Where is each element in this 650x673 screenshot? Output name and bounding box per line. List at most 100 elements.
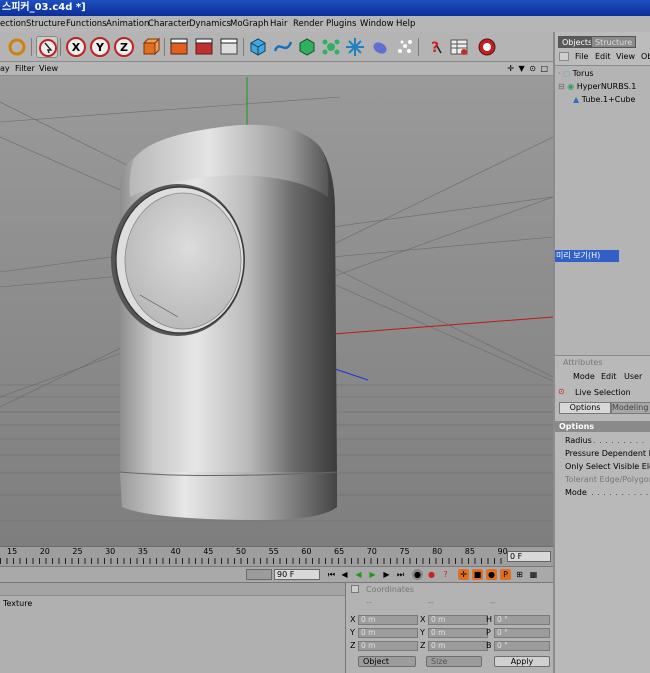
x-axis-icon[interactable]: X — [65, 36, 87, 58]
menu-help[interactable]: Help — [396, 19, 415, 29]
menu-character[interactable]: Character — [148, 19, 190, 29]
menu-render[interactable]: Render — [293, 19, 323, 29]
objects-menu-objects[interactable]: Ob — [641, 52, 650, 61]
coord-col-header: -- — [428, 598, 434, 607]
menu-functions[interactable]: Functions — [66, 19, 107, 29]
coord-row-label: Y — [350, 628, 355, 637]
tab-options[interactable]: Options — [559, 402, 611, 414]
max-frame-field[interactable]: 90 F — [274, 569, 320, 580]
3d-viewport[interactable] — [0, 77, 553, 546]
render-view-icon[interactable] — [193, 36, 215, 58]
objects-menu-view[interactable]: View — [616, 52, 635, 61]
attributes-title: Attributes — [563, 358, 603, 367]
objects-menu-edit[interactable]: Edit — [595, 52, 611, 61]
object-row-hypernurbs[interactable]: ⊟ ◉ HyperNURBS.1 — [558, 82, 636, 91]
live-selection-icon[interactable] — [36, 36, 58, 58]
scale-key-icon[interactable]: ■ — [472, 569, 483, 580]
menu-structure[interactable]: Structure — [26, 19, 66, 29]
tab-structure[interactable]: Structure — [591, 36, 637, 48]
move-key-icon[interactable]: ✛ — [458, 569, 469, 580]
objects-menu-file[interactable]: File — [575, 52, 588, 61]
rotation-p-field[interactable]: 0 ° — [494, 628, 550, 638]
menu-plugins[interactable]: Plugins — [326, 19, 356, 29]
object-list[interactable]: · ◌ Torus ⊟ ◉ HyperNURBS.1 ▲ Tube.1+Cube… — [555, 65, 650, 355]
render-settings-icon[interactable] — [218, 36, 240, 58]
tab-modeling-axis[interactable]: Modeling Ax — [611, 402, 650, 414]
attributes-menu-mode[interactable]: Mode — [573, 372, 595, 381]
timeline-tick-label: 15 — [7, 547, 18, 556]
min-frame-field[interactable] — [246, 569, 272, 580]
options-section-header: Options — [555, 421, 650, 432]
size-x-field[interactable]: 0 m — [428, 615, 488, 625]
render-region-icon[interactable] — [168, 36, 190, 58]
menu-hair[interactable]: Hair — [270, 19, 287, 29]
size-y-field[interactable]: 0 m — [428, 628, 488, 638]
timeline-tick-label: 50 — [235, 547, 247, 556]
help-icon[interactable]: ? — [423, 36, 445, 58]
position-z-field[interactable]: 0 m — [358, 641, 418, 651]
play-icon[interactable]: ▶ — [367, 569, 378, 580]
record-icon[interactable]: ● — [412, 569, 423, 580]
tags-icon[interactable] — [448, 36, 470, 58]
main-menu-bar: ection Structure Functions Animation Cha… — [0, 16, 650, 32]
menu-selection[interactable]: ection — [0, 19, 26, 29]
menu-animation[interactable]: Animation — [106, 19, 149, 29]
go-end-icon[interactable]: ⏭ — [395, 569, 406, 580]
timeline-options-icon[interactable]: ▦ — [528, 569, 539, 580]
right-sidebar: Objects Structure File Edit View Ob · ◌ … — [553, 32, 650, 673]
menu-dynamics[interactable]: Dynamics — [189, 19, 231, 29]
rotation-b-field[interactable]: 0 ° — [494, 641, 550, 651]
viewport-menu-display[interactable]: ay — [0, 64, 10, 73]
attributes-menu-edit[interactable]: Edit — [601, 372, 617, 381]
size-mode-select[interactable]: Size — [426, 656, 482, 667]
object-row-tube-cube[interactable]: ▲ Tube.1+Cube — [573, 95, 635, 104]
timeline-tick-label: 30 — [105, 547, 116, 556]
size-z-field[interactable]: 0 m — [428, 641, 488, 651]
coordinates-toggle[interactable] — [351, 585, 359, 593]
deformer-icon[interactable] — [344, 36, 366, 58]
timeline-tick-label: 80 — [432, 547, 443, 556]
viewport-nav-icons[interactable]: ✛ ▼ ⊙ □ — [507, 64, 549, 73]
object-row-torus[interactable]: · ◌ Torus — [558, 69, 594, 78]
position-y-field[interactable]: 0 m — [358, 628, 418, 638]
coord-row-label: P — [486, 628, 491, 637]
cube-icon[interactable] — [247, 36, 269, 58]
current-frame-field[interactable]: 0 F — [507, 551, 551, 562]
go-start-icon[interactable]: ⏮ — [326, 569, 337, 580]
autokey-icon[interactable]: ● — [426, 569, 437, 580]
transport-bar: 90 F ⏮ ◀ ◀ ▶ ▶ ⏭ ● ● ? ✛ ■ ● P ⊞ ▦ — [0, 566, 553, 582]
pla-key-icon[interactable]: ⊞ — [514, 569, 525, 580]
play-back-icon[interactable]: ◀ — [353, 569, 364, 580]
prev-key-icon[interactable]: ◀ — [339, 569, 350, 580]
scene-icon[interactable] — [369, 36, 391, 58]
coordinates-manager: Coordinates -- -- -- X 0 m X 0 m H 0 ° Y… — [345, 582, 553, 673]
attributes-menu-user[interactable]: User — [624, 372, 642, 381]
rotate-key-icon[interactable]: ● — [486, 569, 497, 580]
next-key-icon[interactable]: ▶ — [381, 569, 392, 580]
objects-toggle[interactable] — [559, 52, 569, 61]
coord-row-label: B — [486, 641, 492, 650]
keyframe-help-icon[interactable]: ? — [440, 569, 451, 580]
menu-window[interactable]: Window — [360, 19, 394, 29]
apply-button[interactable]: Apply — [494, 656, 550, 667]
timeline-tick-label: 65 — [334, 547, 345, 556]
nurbs-icon[interactable] — [296, 36, 318, 58]
param-key-icon[interactable]: P — [500, 569, 511, 580]
viewport-menu-filter[interactable]: Filter — [15, 64, 35, 73]
rotation-h-field[interactable]: 0 ° — [494, 615, 550, 625]
timeline-tick-label: 25 — [72, 547, 83, 556]
light-particles-icon[interactable] — [394, 36, 416, 58]
y-axis-icon[interactable]: Y — [89, 36, 111, 58]
object-mode-select[interactable]: Object — [358, 656, 416, 667]
world-coords-icon[interactable] — [139, 36, 161, 58]
position-x-field[interactable]: 0 m — [358, 615, 418, 625]
timeline-ruler[interactable]: 15 20 25 30 35 40 45 50 55 60 65 70 75 80 85 90 0 F — [0, 546, 553, 566]
spline-icon[interactable] — [272, 36, 294, 58]
z-axis-icon[interactable]: Z — [113, 36, 135, 58]
array-icon[interactable] — [320, 36, 342, 58]
material-tab-texture[interactable]: Texture — [3, 599, 32, 608]
viewport-menu-view[interactable]: View — [39, 64, 58, 73]
undo-icon[interactable] — [6, 36, 28, 58]
web-icon[interactable] — [476, 36, 498, 58]
menu-mograph[interactable]: MoGraph — [230, 19, 269, 29]
